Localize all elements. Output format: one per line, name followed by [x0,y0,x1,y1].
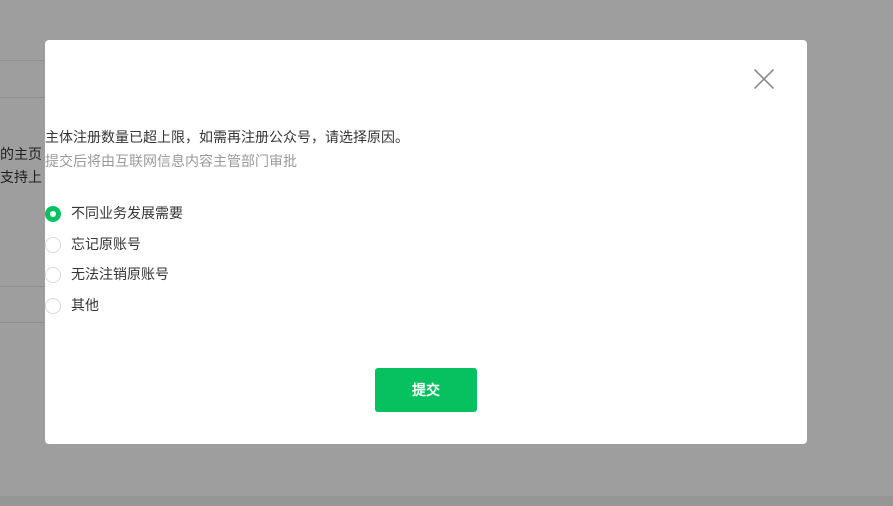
dialog-tip: 提交后将由互联网信息内容主管部门审批 [45,154,297,170]
reason-dialog: 主体注册数量已超上限，如需再注册公众号，请选择原因。 提交后将由互联网信息内容主… [45,40,807,444]
submit-button[interactable]: 提交 [375,368,477,412]
option-label: 忘记原账号 [71,236,141,253]
radio-unchecked-icon[interactable] [45,236,61,253]
option-label: 无法注销原账号 [71,267,169,283]
radio-unchecked-icon[interactable] [45,267,61,283]
reason-option-forgot-account[interactable]: 忘记原账号 [45,234,183,256]
reason-radio-group: 不同业务发展需要 忘记原账号 无法注销原账号 其他 [45,203,183,325]
radio-checked-icon[interactable] [45,206,61,222]
reason-option-cannot-cancel[interactable]: 无法注销原账号 [45,264,183,286]
reason-option-other[interactable]: 其他 [45,295,183,317]
option-label: 不同业务发展需要 [71,206,183,222]
close-icon [754,69,774,89]
close-button[interactable] [752,67,776,91]
dialog-description: 主体注册数量已超上限，如需再注册公众号，请选择原因。 [45,130,409,146]
reason-option-business[interactable]: 不同业务发展需要 [45,203,183,225]
radio-unchecked-icon[interactable] [45,297,61,314]
option-label: 其他 [71,297,99,314]
